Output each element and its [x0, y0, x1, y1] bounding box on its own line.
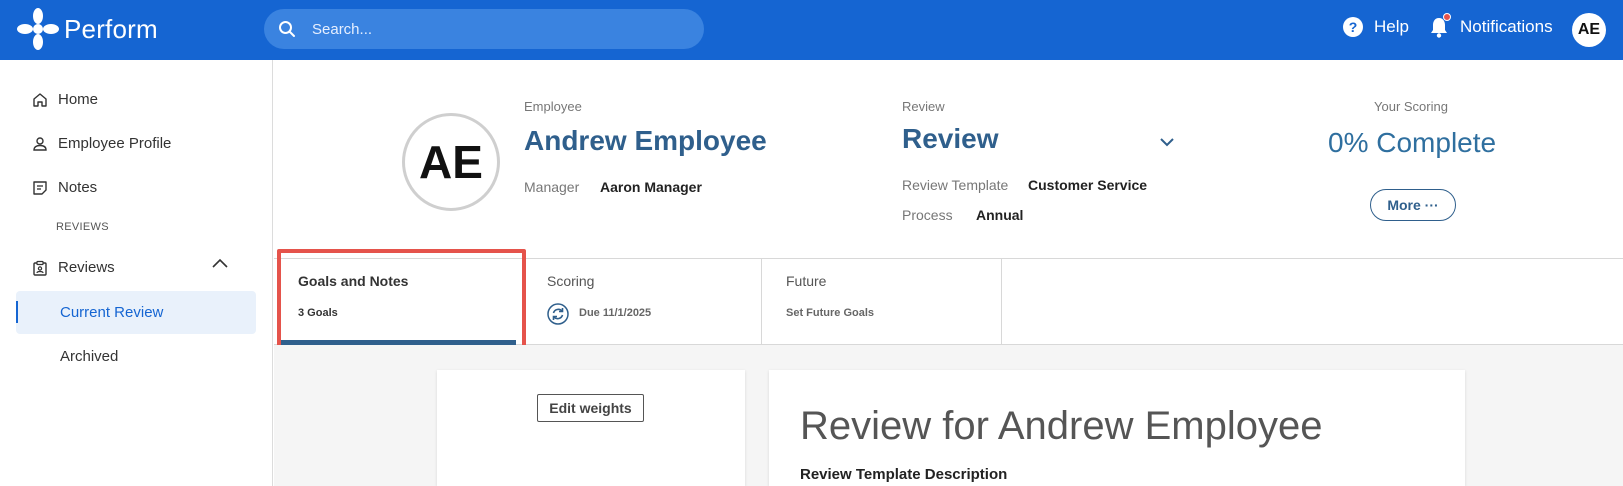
manager-label: Manager: [524, 179, 580, 195]
employee-avatar: AE: [402, 113, 500, 211]
chevron-up-icon[interactable]: [212, 258, 228, 268]
process-value: Annual: [976, 207, 1024, 223]
sidebar-item-label: Current Review: [60, 304, 164, 321]
sidebar-item-reviews[interactable]: Reviews: [32, 259, 115, 276]
app-logo[interactable]: Perform: [16, 6, 158, 52]
active-indicator: [16, 301, 18, 323]
chevron-down-icon[interactable]: [1160, 138, 1174, 147]
sidebar-item-notes[interactable]: Notes: [32, 179, 97, 196]
review-template-value: Customer Service: [1028, 177, 1148, 193]
perform-logo-icon: [17, 8, 59, 50]
notifications-button[interactable]: Notifications: [1428, 13, 1553, 39]
tab-subtitle: Due 11/1/2025: [579, 307, 652, 319]
sync-icon: [547, 303, 569, 325]
employee-label: Employee: [524, 99, 582, 114]
notes-icon: [33, 180, 47, 195]
app-name: Perform: [64, 13, 158, 44]
sidebar-item-label: Employee Profile: [58, 135, 172, 152]
tab-subtitle: Set Future Goals: [786, 307, 875, 319]
review-heading: Review for Andrew Employee: [800, 404, 1323, 448]
notification-dot: [1443, 13, 1451, 21]
reviews-section-label: REVIEWS: [56, 221, 109, 233]
notifications-label: Notifications: [1460, 17, 1553, 36]
process-label: Process: [902, 207, 953, 223]
scoring-value: 0% Complete: [1328, 127, 1497, 158]
manager-name: Aaron Manager: [600, 179, 702, 195]
review-template-label: Review Template: [902, 177, 1009, 193]
sidebar-item-current-review[interactable]: Current Review: [16, 291, 256, 334]
svg-text:?: ?: [1349, 19, 1358, 35]
template-description-label: Review Template Description: [800, 466, 1008, 483]
search-input[interactable]: [312, 20, 672, 38]
top-bar: Perform ? Help Notifications AE: [0, 0, 1623, 60]
help-label: Help: [1374, 17, 1409, 36]
sidebar-item-label: Reviews: [58, 259, 115, 276]
user-avatar[interactable]: AE: [1572, 13, 1606, 47]
your-scoring-label: Your Scoring: [1374, 99, 1448, 114]
home-icon: [33, 92, 47, 107]
sidebar-item-label: Notes: [58, 179, 98, 196]
tab-future[interactable]: Future Set Future Goals: [762, 259, 1002, 345]
search-icon: [279, 21, 295, 37]
review-label: Review: [902, 99, 945, 114]
person-icon: [33, 136, 47, 151]
clipboard-icon: [33, 260, 47, 276]
help-button[interactable]: ? Help: [1342, 16, 1409, 38]
sidebar-item-archived[interactable]: Archived: [60, 348, 118, 365]
sidebar-item-employee-profile[interactable]: Employee Profile: [32, 135, 171, 152]
search-bar[interactable]: [264, 9, 704, 49]
bell-icon: [1428, 13, 1451, 39]
edit-weights-button[interactable]: Edit weights: [537, 394, 644, 422]
sidebar-item-label: Home: [58, 91, 99, 108]
review-selector[interactable]: Review: [902, 123, 999, 155]
employee-name: Andrew Employee: [524, 125, 767, 156]
more-button[interactable]: More ···: [1370, 189, 1456, 221]
tab-scoring[interactable]: Scoring Due 11/1/2025: [523, 259, 762, 345]
tab-title: Future: [786, 273, 827, 289]
sidebar: Home Employee Profile Notes REVIEWS Revi…: [0, 60, 273, 486]
sidebar-item-home[interactable]: Home: [32, 91, 98, 108]
goals-card: [437, 370, 745, 486]
help-icon: ?: [1343, 17, 1363, 37]
tab-title: Scoring: [547, 273, 595, 289]
